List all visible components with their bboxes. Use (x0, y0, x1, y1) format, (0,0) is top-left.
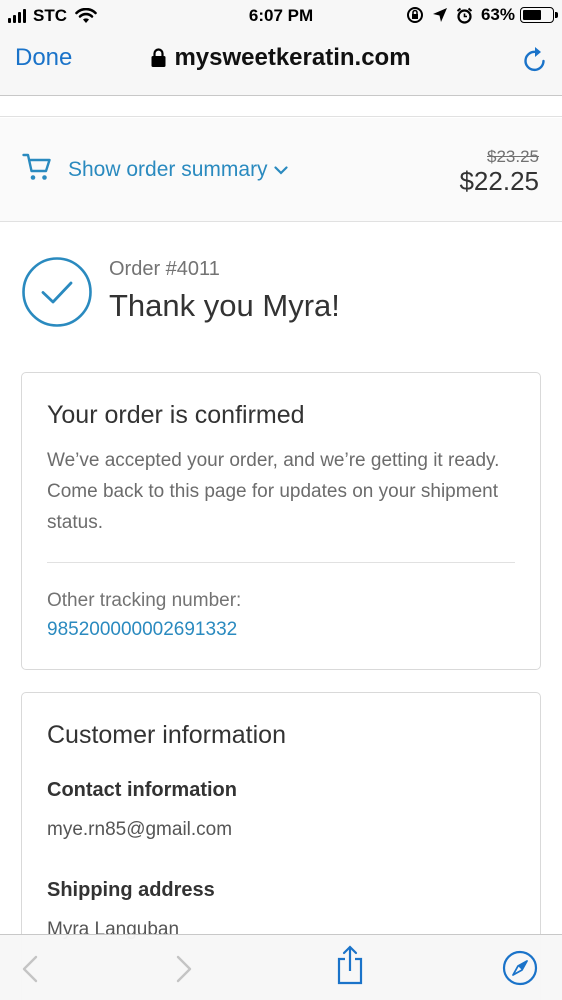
show-order-summary-toggle[interactable]: Show order summary (68, 158, 288, 182)
battery-level (523, 10, 541, 20)
page-top-strip (0, 97, 562, 117)
forward-icon[interactable] (176, 955, 192, 983)
contact-email: mye.rn85@gmail.com (47, 819, 233, 840)
original-price: $23.25 (487, 147, 539, 166)
customer-info-title: Customer information (47, 721, 286, 749)
alarm-icon (456, 7, 473, 24)
total-price: $22.25 (459, 166, 539, 196)
status-right: 63% (398, 5, 558, 25)
checkmark-circle-icon (22, 257, 92, 327)
orientation-lock-icon (406, 7, 423, 23)
browser-nav-bar: Done mysweetkeratin.com (0, 34, 562, 96)
order-summary-bar[interactable]: Show order summary $23.25 $22.25 (0, 118, 562, 222)
thank-you-title: Thank you Myra! (109, 288, 340, 323)
divider (47, 562, 515, 563)
contact-info-heading: Contact information (47, 779, 237, 801)
shipping-address-heading: Shipping address (47, 879, 215, 901)
address-bar[interactable]: mysweetkeratin.com (0, 44, 562, 72)
share-icon[interactable] (337, 945, 363, 985)
status-bar: STC 6:07 PM 63% (0, 0, 562, 34)
bottom-toolbar (0, 934, 562, 1000)
screen: STC 6:07 PM 63% Done mysweetkeratin.com … (0, 0, 562, 1000)
tracking-label: Other tracking number: (47, 590, 242, 611)
battery-percent: 63% (480, 5, 515, 24)
confirmed-title: Your order is confirmed (47, 401, 305, 429)
order-number: Order #4011 (109, 258, 220, 280)
summary-toggle-label: Show order summary (68, 158, 268, 181)
safari-compass-icon[interactable] (502, 950, 538, 986)
confirmed-message: We’ve accepted your order, and we’re get… (47, 450, 500, 533)
location-icon (432, 8, 447, 22)
back-icon[interactable] (22, 955, 38, 983)
order-confirmed-card: Your order is confirmed We’ve accepted y… (21, 372, 541, 670)
lock-icon (151, 48, 166, 67)
tracking-number-link[interactable]: 985200000002691332 (47, 619, 237, 641)
cart-icon (22, 153, 51, 180)
battery-icon (520, 7, 558, 23)
url-text: mysweetkeratin.com (174, 44, 411, 71)
chevron-down-icon (273, 165, 288, 175)
reload-icon[interactable] (522, 45, 548, 73)
